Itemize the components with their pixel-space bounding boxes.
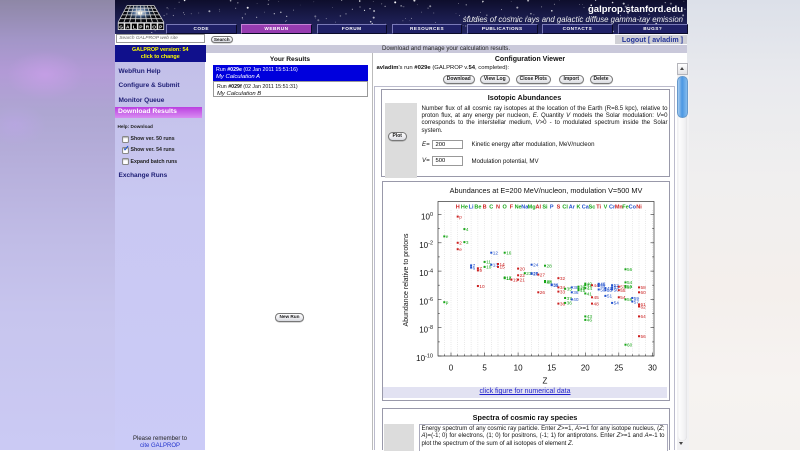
svg-text:He: He: [461, 205, 468, 211]
svg-text:40: 40: [573, 297, 579, 302]
svg-text:B: B: [483, 205, 487, 211]
svg-text:20: 20: [520, 266, 526, 271]
svg-text:10: 10: [514, 364, 523, 373]
svg-text:Be: Be: [474, 205, 481, 211]
svg-text:Mg: Mg: [528, 205, 536, 211]
svg-text:Al: Al: [536, 205, 542, 211]
svg-text:K: K: [577, 205, 581, 211]
svg-text:62: 62: [641, 304, 647, 309]
svg-text:p: p: [446, 300, 449, 305]
svg-text:4: 4: [466, 227, 469, 232]
svg-text:Cl: Cl: [562, 205, 568, 211]
svg-text:Abundance relative to protons: Abundance relative to protons: [403, 233, 410, 327]
svg-text:10-6: 10-6: [419, 297, 433, 307]
svg-text:10-10: 10-10: [416, 354, 433, 364]
svg-text:H: H: [456, 205, 460, 211]
svg-text:A: A: [126, 24, 130, 30]
svg-text:25: 25: [614, 364, 623, 373]
svg-text:G: G: [119, 24, 123, 30]
svg-text:60: 60: [641, 290, 647, 295]
svg-text:3: 3: [466, 240, 469, 245]
svg-text:27: 27: [540, 272, 546, 277]
svg-text:36: 36: [567, 301, 573, 306]
svg-text:24: 24: [533, 263, 539, 268]
svg-text:O: O: [503, 205, 508, 211]
svg-text:10-2: 10-2: [419, 240, 433, 250]
svg-text:60: 60: [627, 343, 633, 348]
svg-text:15: 15: [547, 364, 556, 373]
svg-text:28: 28: [547, 264, 553, 269]
svg-text:55: 55: [620, 288, 626, 293]
svg-text:0: 0: [449, 364, 454, 373]
svg-text:2: 2: [459, 241, 462, 246]
svg-text:P: P: [550, 205, 554, 211]
svg-text:15: 15: [500, 265, 506, 270]
svg-text:Z: Z: [543, 377, 548, 386]
svg-text:32: 32: [560, 276, 566, 281]
svg-text:e: e: [459, 247, 462, 252]
svg-text:57: 57: [627, 285, 633, 290]
svg-text:Ar: Ar: [569, 205, 576, 211]
svg-text:56: 56: [641, 334, 647, 339]
svg-text:R: R: [146, 24, 150, 30]
svg-text:5: 5: [482, 364, 487, 373]
svg-text:64: 64: [641, 314, 647, 319]
svg-text:100: 100: [421, 212, 433, 222]
svg-text:30: 30: [648, 364, 657, 373]
svg-text:Ni: Ni: [636, 205, 642, 211]
svg-text:46: 46: [587, 318, 593, 323]
svg-text:56: 56: [627, 267, 633, 272]
svg-text:e: e: [446, 234, 449, 239]
svg-text:26: 26: [540, 290, 546, 295]
svg-text:7: 7: [479, 266, 482, 271]
svg-text:Sc: Sc: [589, 205, 596, 211]
svg-text:12: 12: [493, 251, 499, 256]
svg-text:51: 51: [607, 294, 613, 299]
svg-text:p: p: [459, 214, 462, 219]
svg-text:V: V: [604, 205, 608, 211]
svg-text:54: 54: [614, 301, 620, 306]
svg-text:L: L: [133, 24, 136, 30]
svg-text:41: 41: [587, 291, 593, 296]
svg-text:45: 45: [594, 295, 600, 300]
svg-text:20: 20: [581, 364, 590, 373]
svg-text:Si: Si: [542, 205, 548, 211]
svg-text:6: 6: [473, 265, 476, 270]
svg-text:33: 33: [560, 289, 566, 294]
svg-text:Li: Li: [469, 205, 474, 211]
svg-text:48: 48: [594, 301, 600, 306]
svg-text:21: 21: [520, 277, 526, 282]
svg-text:S: S: [557, 205, 561, 211]
svg-text:10: 10: [479, 284, 485, 289]
svg-text:10-4: 10-4: [419, 269, 433, 279]
svg-text:O: O: [152, 24, 156, 30]
svg-text:44: 44: [587, 286, 593, 291]
svg-text:Ti: Ti: [596, 205, 601, 211]
svg-text:N: N: [496, 205, 500, 211]
svg-text:16: 16: [506, 251, 512, 256]
svg-text:10-8: 10-8: [419, 325, 433, 335]
svg-text:C: C: [489, 205, 493, 211]
svg-text:F: F: [510, 205, 514, 211]
